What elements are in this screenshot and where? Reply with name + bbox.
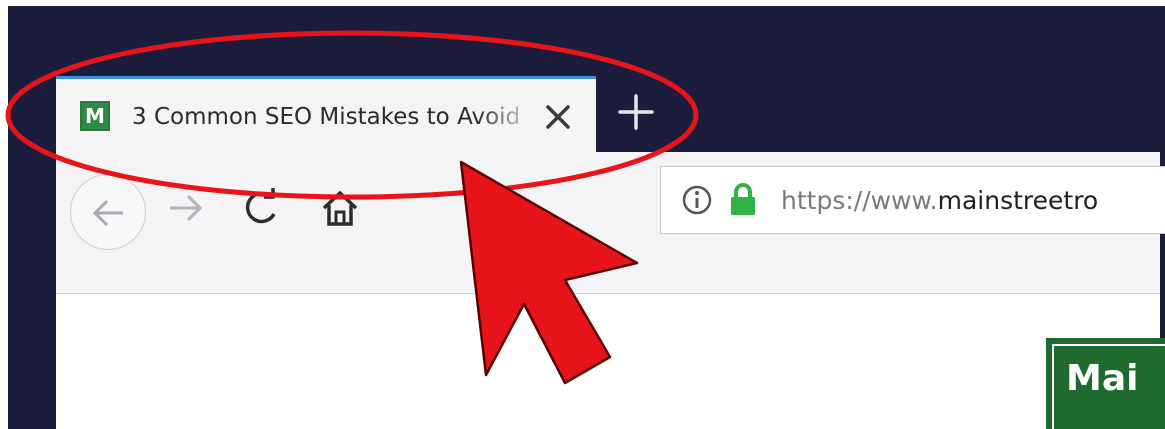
home-icon xyxy=(322,190,358,226)
window-frame-left xyxy=(8,140,56,429)
address-bar[interactable]: https://www.mainstreetro xyxy=(660,166,1165,234)
home-button[interactable] xyxy=(318,184,362,232)
screenshot: M 3 Common SEO Mistakes to Avoid https:/… xyxy=(0,0,1165,429)
arrow-left-icon xyxy=(92,199,123,227)
reload-button[interactable] xyxy=(240,184,284,232)
forward-button[interactable] xyxy=(164,186,208,230)
lock-icon[interactable] xyxy=(727,181,759,217)
back-button[interactable] xyxy=(70,174,146,250)
site-logo[interactable]: Mai xyxy=(1046,338,1165,429)
navigation-toolbar: https://www.mainstreetro xyxy=(56,152,1165,294)
site-logo-text: Mai xyxy=(1066,358,1139,399)
reload-icon xyxy=(245,188,276,224)
active-tab[interactable]: M 3 Common SEO Mistakes to Avoid xyxy=(56,76,596,154)
info-icon[interactable] xyxy=(681,184,713,216)
url-domain: mainstreetro xyxy=(937,186,1099,215)
favicon: M xyxy=(80,101,110,131)
url-scheme: https://www. xyxy=(781,186,938,215)
tab-title: 3 Common SEO Mistakes to Avoid xyxy=(132,104,521,130)
site-logo-frame: Mai xyxy=(1052,344,1165,429)
close-icon[interactable] xyxy=(540,99,576,135)
url-text[interactable]: https://www.mainstreetro xyxy=(781,181,1098,221)
plus-icon[interactable] xyxy=(614,90,658,134)
page-content: Mai xyxy=(56,294,1165,429)
arrow-right-icon xyxy=(170,194,203,222)
